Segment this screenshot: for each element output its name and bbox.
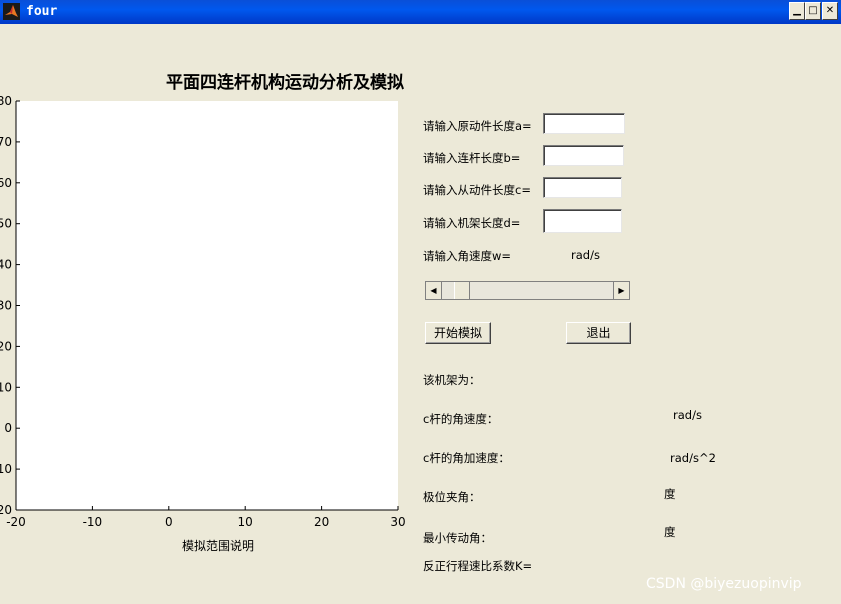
c-angular-acceleration-unit: rad/s^2 bbox=[670, 451, 716, 465]
c-angular-acceleration-label: c杆的角加速度： bbox=[423, 451, 510, 465]
angular-velocity-unit: rad/s bbox=[571, 248, 600, 262]
x-tick-label: 30 bbox=[390, 515, 405, 529]
length-d-input[interactable] bbox=[543, 209, 622, 233]
x-tick-label: 0 bbox=[165, 515, 173, 529]
axes: -20 -10 0 10 20 30 80 70 60 50 40 30 20 10 0 -10 -20 bbox=[0, 94, 406, 529]
y-tick-label: -20 bbox=[0, 503, 12, 517]
length-c-label: 请输入从动件长度c= bbox=[423, 183, 531, 197]
min-transmission-angle-label: 最小传动角： bbox=[423, 531, 492, 545]
length-d-label: 请输入机架长度d= bbox=[423, 216, 521, 230]
angular-velocity-label: 请输入角速度w= bbox=[423, 249, 512, 263]
pole-angle-label: 极位夹角： bbox=[423, 490, 481, 504]
slider-left-arrow-icon[interactable]: ◀ bbox=[426, 282, 442, 299]
exit-button[interactable]: 退出 bbox=[566, 322, 631, 344]
c-angular-velocity-label: c杆的角速度： bbox=[423, 412, 499, 426]
y-tick-label: 0 bbox=[4, 421, 12, 435]
length-b-input[interactable] bbox=[543, 145, 624, 166]
length-a-label: 请输入原动件长度a= bbox=[423, 119, 532, 133]
angular-velocity-slider[interactable]: ◀ ▶ bbox=[425, 281, 630, 300]
y-tick-label: 30 bbox=[0, 299, 12, 313]
y-tick-label: 70 bbox=[0, 135, 12, 149]
y-tick-label: 10 bbox=[0, 380, 12, 394]
c-angular-velocity-unit: rad/s bbox=[673, 408, 702, 422]
x-tick-label: -20 bbox=[6, 515, 26, 529]
x-tick-label: 20 bbox=[314, 515, 329, 529]
x-tick-label: 10 bbox=[238, 515, 253, 529]
length-c-input[interactable] bbox=[543, 177, 622, 198]
y-tick-label: 20 bbox=[0, 339, 12, 353]
csdn-watermark: CSDN @biyezuopinvip bbox=[646, 576, 802, 592]
x-tick-label: -10 bbox=[83, 515, 103, 529]
y-tick-label: 50 bbox=[0, 217, 12, 231]
y-tick-label: -10 bbox=[0, 462, 12, 476]
length-a-input[interactable] bbox=[543, 113, 625, 134]
pole-angle-unit: 度 bbox=[664, 487, 676, 501]
y-tick-label: 80 bbox=[0, 94, 12, 108]
x-axis-label: 模拟范围说明 bbox=[182, 539, 255, 553]
length-b-label: 请输入连杆长度b= bbox=[423, 151, 521, 165]
slider-thumb[interactable] bbox=[453, 282, 470, 299]
frame-label: 该机架为： bbox=[423, 373, 481, 387]
y-tick-label: 40 bbox=[0, 258, 12, 272]
slider-right-arrow-icon[interactable]: ▶ bbox=[613, 282, 629, 299]
y-tick-label: 60 bbox=[0, 176, 12, 190]
start-simulation-button[interactable]: 开始模拟 bbox=[425, 322, 491, 344]
min-transmission-angle-unit: 度 bbox=[664, 525, 676, 539]
speed-ratio-coefficient-label: 反正行程速比系数K= bbox=[423, 559, 533, 573]
